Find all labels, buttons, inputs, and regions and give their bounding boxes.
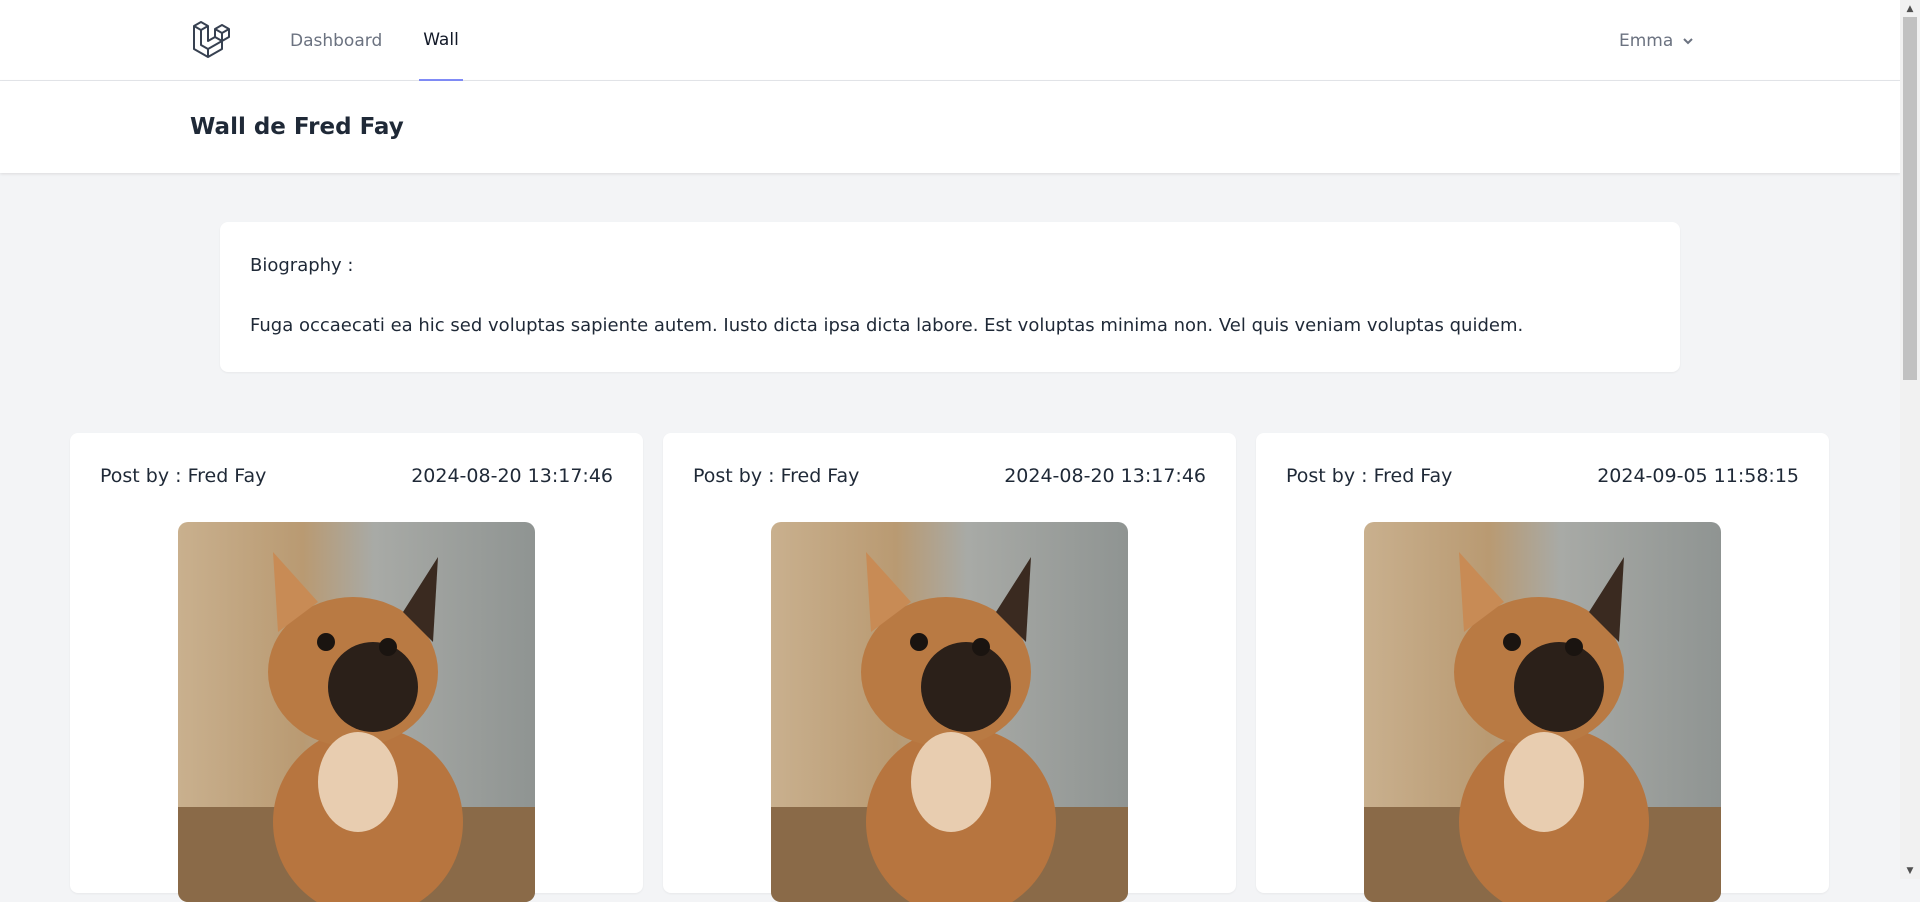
post-author: Post by : Fred Fay xyxy=(1286,465,1453,487)
page-header: Wall de Fred Fay xyxy=(0,81,1900,173)
french-bulldog-photo xyxy=(771,522,1128,902)
biography-label: Biography : xyxy=(250,255,354,276)
biography-card: Biography : Fuga occaecati ea hic sed vo… xyxy=(220,222,1680,372)
nav-link-wall[interactable]: Wall xyxy=(419,0,463,81)
french-bulldog-photo xyxy=(178,522,535,902)
post-image[interactable] xyxy=(1364,522,1721,902)
top-navigation: Dashboard Wall Emma xyxy=(0,0,1900,81)
biography-text: Fuga occaecati ea hic sed voluptas sapie… xyxy=(250,315,1524,336)
post-image[interactable] xyxy=(771,522,1128,902)
user-name: Emma xyxy=(1619,30,1674,51)
laravel-logo-icon[interactable] xyxy=(191,19,235,63)
post-date: 2024-08-20 13:17:46 xyxy=(1004,465,1206,487)
page-title: Wall de Fred Fay xyxy=(190,114,404,140)
post-header: Post by : Fred Fay 2024-08-20 13:17:46 xyxy=(100,464,613,488)
french-bulldog-photo xyxy=(1364,522,1721,902)
nav-link-dashboard[interactable]: Dashboard xyxy=(290,0,382,81)
post-date: 2024-09-05 11:58:15 xyxy=(1597,465,1799,487)
vertical-scrollbar[interactable]: ▲ ▼ xyxy=(1900,0,1920,879)
scrollbar-thumb[interactable] xyxy=(1903,17,1917,380)
post-image[interactable] xyxy=(178,522,535,902)
post-author: Post by : Fred Fay xyxy=(693,465,860,487)
user-menu-trigger[interactable]: Emma xyxy=(1619,0,1695,81)
post-card: Post by : Fred Fay 2024-08-20 13:17:46 xyxy=(70,433,643,902)
scroll-down-arrow-icon[interactable]: ▼ xyxy=(1900,862,1920,879)
chevron-down-icon xyxy=(1683,37,1693,44)
post-header: Post by : Fred Fay 2024-08-20 13:17:46 xyxy=(693,464,1206,488)
post-author: Post by : Fred Fay xyxy=(100,465,267,487)
post-card: Post by : Fred Fay 2024-09-05 11:58:15 xyxy=(1256,433,1829,902)
scroll-up-arrow-icon[interactable]: ▲ xyxy=(1900,0,1920,17)
post-card: Post by : Fred Fay 2024-08-20 13:17:46 xyxy=(663,433,1236,902)
post-header: Post by : Fred Fay 2024-09-05 11:58:15 xyxy=(1286,464,1799,488)
post-date: 2024-08-20 13:17:46 xyxy=(411,465,613,487)
